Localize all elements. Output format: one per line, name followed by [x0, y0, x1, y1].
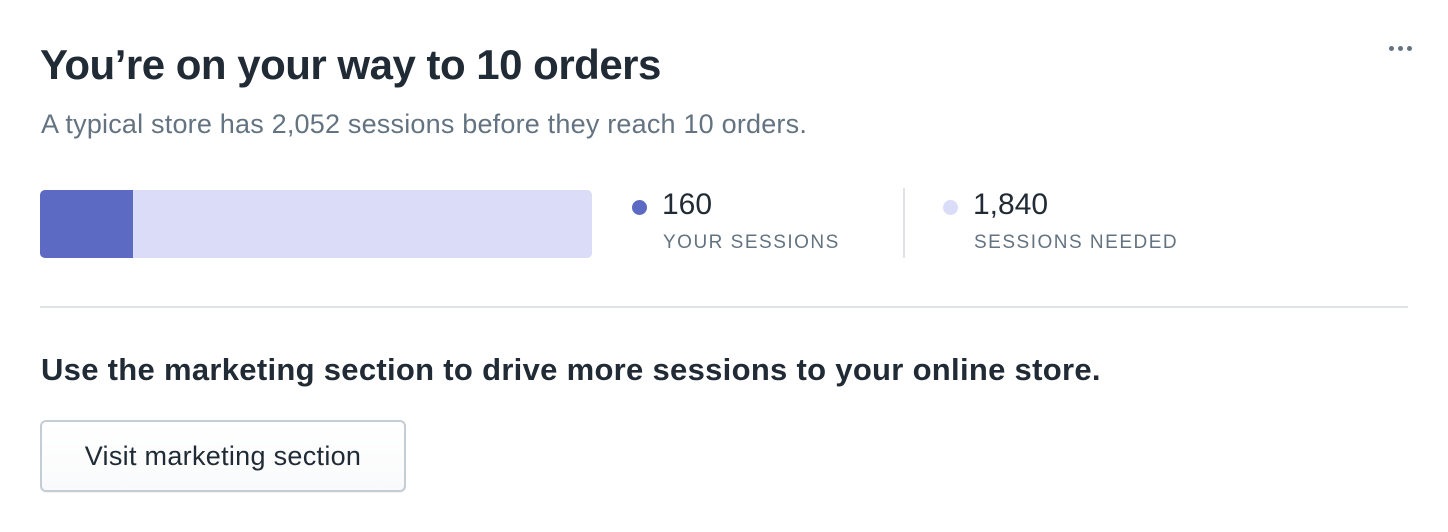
- horizontal-dots-icon: [1397, 45, 1403, 51]
- sessions-progress-card: You’re on your way to 10 orders A typica…: [0, 0, 1448, 532]
- visit-marketing-section-button[interactable]: Visit marketing section: [40, 420, 406, 492]
- sessions-needed-legend-dot: [943, 200, 958, 215]
- marketing-cta-text: Use the marketing section to drive more …: [41, 352, 1101, 387]
- card-subtitle: A typical store has 2,052 sessions befor…: [41, 109, 808, 139]
- sessions-progress-bar: [40, 190, 592, 258]
- section-divider: [40, 306, 1408, 308]
- sessions-needed-label: SESSIONS NEEDED: [974, 232, 1179, 253]
- horizontal-dots-icon: [1388, 45, 1394, 51]
- more-actions-button[interactable]: [1382, 32, 1418, 64]
- sessions-needed-value: 1,840: [973, 188, 1049, 221]
- stat-divider: [903, 188, 905, 258]
- sessions-progress-fill: [40, 190, 133, 258]
- your-sessions-value: 160: [662, 188, 713, 221]
- card-title: You’re on your way to 10 orders: [40, 41, 661, 88]
- horizontal-dots-icon: [1406, 45, 1412, 51]
- your-sessions-legend-dot: [632, 200, 647, 215]
- your-sessions-label: YOUR SESSIONS: [663, 232, 840, 253]
